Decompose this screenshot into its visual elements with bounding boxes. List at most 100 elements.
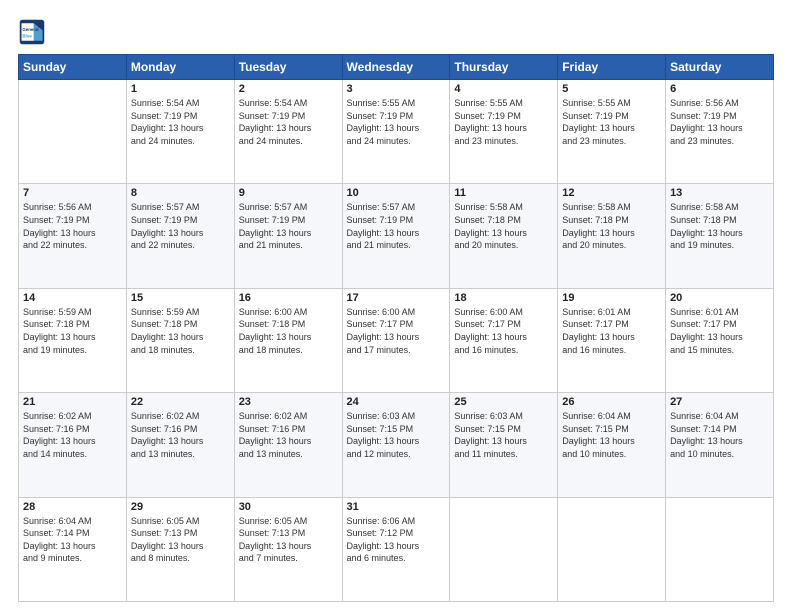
page-header: General Blue bbox=[18, 18, 774, 46]
day-number: 26 bbox=[562, 396, 661, 408]
day-info: Sunrise: 6:02 AM Sunset: 7:16 PM Dayligh… bbox=[23, 410, 122, 460]
calendar-cell: 25 Sunrise: 6:03 AM Sunset: 7:15 PM Dayli… bbox=[450, 393, 558, 497]
calendar-cell: 6 Sunrise: 5:56 AM Sunset: 7:19 PM Daylig… bbox=[666, 80, 774, 184]
header-row: SundayMondayTuesdayWednesdayThursdayFrid… bbox=[19, 55, 774, 80]
weekday-header-friday: Friday bbox=[558, 55, 666, 80]
day-info: Sunrise: 6:04 AM Sunset: 7:14 PM Dayligh… bbox=[670, 410, 769, 460]
day-number: 12 bbox=[562, 187, 661, 199]
calendar-cell bbox=[666, 497, 774, 601]
weekday-header-sunday: Sunday bbox=[19, 55, 127, 80]
day-info: Sunrise: 5:57 AM Sunset: 7:19 PM Dayligh… bbox=[239, 201, 338, 251]
calendar-cell bbox=[558, 497, 666, 601]
day-info: Sunrise: 6:03 AM Sunset: 7:15 PM Dayligh… bbox=[347, 410, 446, 460]
day-number: 20 bbox=[670, 292, 769, 304]
calendar-cell: 29 Sunrise: 6:05 AM Sunset: 7:13 PM Dayli… bbox=[126, 497, 234, 601]
weekday-header-wednesday: Wednesday bbox=[342, 55, 450, 80]
calendar-cell: 9 Sunrise: 5:57 AM Sunset: 7:19 PM Daylig… bbox=[234, 184, 342, 288]
day-number: 21 bbox=[23, 396, 122, 408]
week-row-4: 21 Sunrise: 6:02 AM Sunset: 7:16 PM Dayli… bbox=[19, 393, 774, 497]
calendar-cell: 3Sunrise: 5:55 AM Sunset: 7:19 PM Daylig… bbox=[342, 80, 450, 184]
day-number: 31 bbox=[347, 501, 446, 513]
day-number: 29 bbox=[131, 501, 230, 513]
calendar-cell: 16 Sunrise: 6:00 AM Sunset: 7:18 PM Dayli… bbox=[234, 288, 342, 392]
day-number: 4 bbox=[454, 83, 553, 95]
day-info: Sunrise: 6:02 AM Sunset: 7:16 PM Dayligh… bbox=[131, 410, 230, 460]
day-info: Sunrise: 6:05 AM Sunset: 7:13 PM Dayligh… bbox=[131, 515, 230, 565]
calendar-cell: 30Sunrise: 6:05 AM Sunset: 7:13 PM Dayli… bbox=[234, 497, 342, 601]
calendar-cell: 21 Sunrise: 6:02 AM Sunset: 7:16 PM Dayli… bbox=[19, 393, 127, 497]
calendar-cell: 31Sunrise: 6:06 AM Sunset: 7:12 PM Dayli… bbox=[342, 497, 450, 601]
calendar-cell: 13 Sunrise: 5:58 AM Sunset: 7:18 PM Dayli… bbox=[666, 184, 774, 288]
day-info: Sunrise: 5:57 AM Sunset: 7:19 PM Dayligh… bbox=[131, 201, 230, 251]
calendar-cell bbox=[450, 497, 558, 601]
day-number: 9 bbox=[239, 187, 338, 199]
calendar-cell: 10Sunrise: 5:57 AM Sunset: 7:19 PM Dayli… bbox=[342, 184, 450, 288]
day-number: 19 bbox=[562, 292, 661, 304]
day-info: Sunrise: 5:54 AM Sunset: 7:19 PM Dayligh… bbox=[131, 97, 230, 147]
calendar-cell: 26 Sunrise: 6:04 AM Sunset: 7:15 PM Dayli… bbox=[558, 393, 666, 497]
day-info: Sunrise: 6:03 AM Sunset: 7:15 PM Dayligh… bbox=[454, 410, 553, 460]
day-number: 23 bbox=[239, 396, 338, 408]
day-info: Sunrise: 5:55 AM Sunset: 7:19 PM Dayligh… bbox=[347, 97, 446, 147]
calendar-cell: 8 Sunrise: 5:57 AM Sunset: 7:19 PM Daylig… bbox=[126, 184, 234, 288]
day-number: 25 bbox=[454, 396, 553, 408]
calendar-cell: 15 Sunrise: 5:59 AM Sunset: 7:18 PM Dayli… bbox=[126, 288, 234, 392]
day-number: 15 bbox=[131, 292, 230, 304]
day-info: Sunrise: 6:04 AM Sunset: 7:14 PM Dayligh… bbox=[23, 515, 122, 565]
day-info: Sunrise: 6:02 AM Sunset: 7:16 PM Dayligh… bbox=[239, 410, 338, 460]
day-number: 6 bbox=[670, 83, 769, 95]
calendar-cell: 23 Sunrise: 6:02 AM Sunset: 7:16 PM Dayli… bbox=[234, 393, 342, 497]
day-number: 7 bbox=[23, 187, 122, 199]
day-info: Sunrise: 5:58 AM Sunset: 7:18 PM Dayligh… bbox=[670, 201, 769, 251]
logo: General Blue bbox=[18, 18, 50, 46]
day-info: Sunrise: 6:05 AM Sunset: 7:13 PM Dayligh… bbox=[239, 515, 338, 565]
calendar-cell: 5Sunrise: 5:55 AM Sunset: 7:19 PM Daylig… bbox=[558, 80, 666, 184]
week-row-3: 14 Sunrise: 5:59 AM Sunset: 7:18 PM Dayli… bbox=[19, 288, 774, 392]
day-number: 1 bbox=[131, 83, 230, 95]
calendar-table: SundayMondayTuesdayWednesdayThursdayFrid… bbox=[18, 54, 774, 602]
week-row-5: 28Sunrise: 6:04 AM Sunset: 7:14 PM Dayli… bbox=[19, 497, 774, 601]
day-info: Sunrise: 5:59 AM Sunset: 7:18 PM Dayligh… bbox=[131, 306, 230, 356]
calendar-cell: 2 Sunrise: 5:54 AM Sunset: 7:19 PM Daylig… bbox=[234, 80, 342, 184]
day-number: 8 bbox=[131, 187, 230, 199]
weekday-header-monday: Monday bbox=[126, 55, 234, 80]
day-info: Sunrise: 5:58 AM Sunset: 7:18 PM Dayligh… bbox=[454, 201, 553, 251]
svg-text:General: General bbox=[22, 27, 38, 32]
day-info: Sunrise: 5:56 AM Sunset: 7:19 PM Dayligh… bbox=[670, 97, 769, 147]
calendar-cell: 28Sunrise: 6:04 AM Sunset: 7:14 PM Dayli… bbox=[19, 497, 127, 601]
day-number: 22 bbox=[131, 396, 230, 408]
day-info: Sunrise: 5:59 AM Sunset: 7:18 PM Dayligh… bbox=[23, 306, 122, 356]
week-row-2: 7 Sunrise: 5:56 AM Sunset: 7:19 PM Daylig… bbox=[19, 184, 774, 288]
calendar-cell: 20Sunrise: 6:01 AM Sunset: 7:17 PM Dayli… bbox=[666, 288, 774, 392]
day-number: 5 bbox=[562, 83, 661, 95]
calendar-cell: 27 Sunrise: 6:04 AM Sunset: 7:14 PM Dayli… bbox=[666, 393, 774, 497]
logo-icon: General Blue bbox=[18, 18, 46, 46]
weekday-header-tuesday: Tuesday bbox=[234, 55, 342, 80]
day-info: Sunrise: 6:00 AM Sunset: 7:17 PM Dayligh… bbox=[454, 306, 553, 356]
day-number: 24 bbox=[347, 396, 446, 408]
day-info: Sunrise: 5:55 AM Sunset: 7:19 PM Dayligh… bbox=[454, 97, 553, 147]
calendar-cell: 1 Sunrise: 5:54 AM Sunset: 7:19 PM Daylig… bbox=[126, 80, 234, 184]
day-info: Sunrise: 5:56 AM Sunset: 7:19 PM Dayligh… bbox=[23, 201, 122, 251]
calendar-cell: 22 Sunrise: 6:02 AM Sunset: 7:16 PM Dayli… bbox=[126, 393, 234, 497]
day-info: Sunrise: 6:04 AM Sunset: 7:15 PM Dayligh… bbox=[562, 410, 661, 460]
calendar-cell: 24 Sunrise: 6:03 AM Sunset: 7:15 PM Dayli… bbox=[342, 393, 450, 497]
day-info: Sunrise: 6:00 AM Sunset: 7:18 PM Dayligh… bbox=[239, 306, 338, 356]
calendar-cell bbox=[19, 80, 127, 184]
day-number: 13 bbox=[670, 187, 769, 199]
calendar-cell: 18Sunrise: 6:00 AM Sunset: 7:17 PM Dayli… bbox=[450, 288, 558, 392]
day-number: 17 bbox=[347, 292, 446, 304]
day-number: 14 bbox=[23, 292, 122, 304]
svg-text:Blue: Blue bbox=[22, 33, 32, 38]
day-number: 16 bbox=[239, 292, 338, 304]
weekday-header-saturday: Saturday bbox=[666, 55, 774, 80]
day-info: Sunrise: 5:54 AM Sunset: 7:19 PM Dayligh… bbox=[239, 97, 338, 147]
day-number: 2 bbox=[239, 83, 338, 95]
day-info: Sunrise: 5:58 AM Sunset: 7:18 PM Dayligh… bbox=[562, 201, 661, 251]
calendar-cell: 12 Sunrise: 5:58 AM Sunset: 7:18 PM Dayli… bbox=[558, 184, 666, 288]
calendar-cell: 19 Sunrise: 6:01 AM Sunset: 7:17 PM Dayli… bbox=[558, 288, 666, 392]
calendar-cell: 11Sunrise: 5:58 AM Sunset: 7:18 PM Dayli… bbox=[450, 184, 558, 288]
day-info: Sunrise: 6:01 AM Sunset: 7:17 PM Dayligh… bbox=[562, 306, 661, 356]
day-number: 27 bbox=[670, 396, 769, 408]
day-number: 10 bbox=[347, 187, 446, 199]
